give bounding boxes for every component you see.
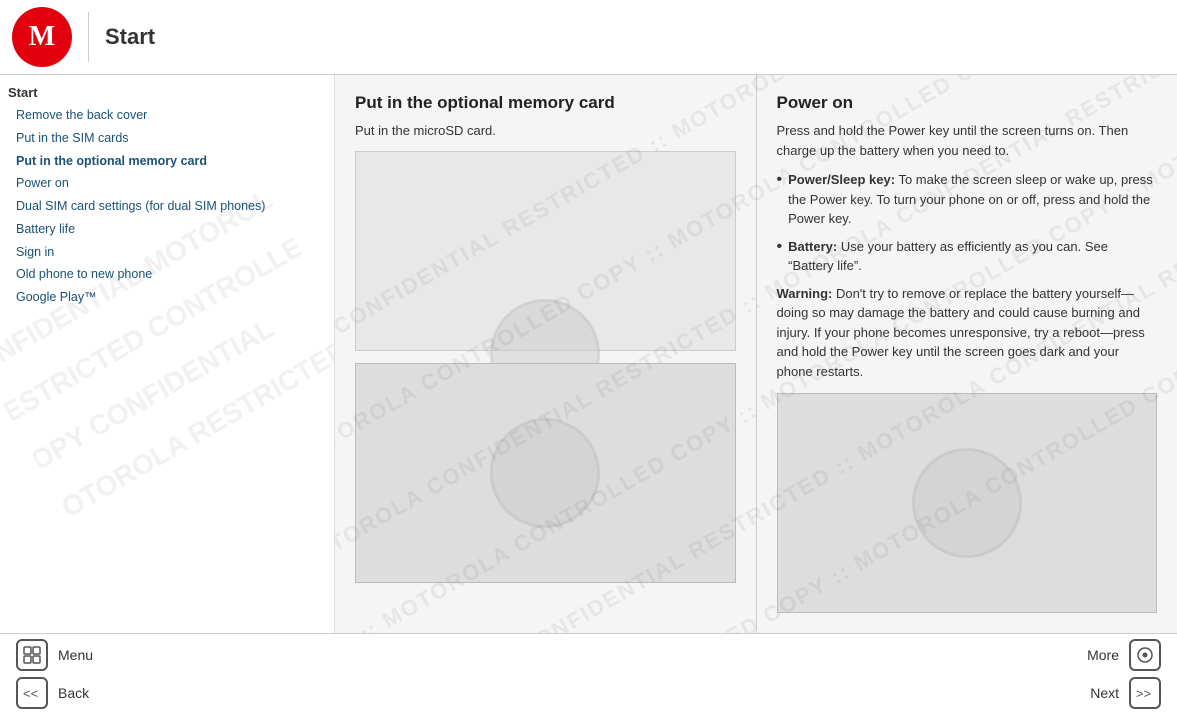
left-section-body: Put in the microSD card.: [355, 121, 736, 141]
motorola-logo: M: [12, 7, 72, 67]
warning-label: Warning:: [777, 286, 833, 301]
sidebar-item-remove-back-cover[interactable]: Remove the back cover: [8, 104, 326, 127]
menu-icon: [16, 639, 48, 671]
bullet-dot-2: •: [777, 237, 783, 258]
content-right-panel: Power on Press and hold the Power key un…: [757, 75, 1177, 633]
memory-card-image-bottom: [355, 363, 736, 583]
svg-text:<<: <<: [23, 686, 38, 700]
page-title: Start: [105, 24, 155, 50]
toolbar-right: More Next >>: [351, 639, 1161, 709]
power-image-circle: [912, 448, 1022, 558]
bottom-toolbar: Menu << Back More Next: [0, 633, 1177, 713]
toolbar-left: Menu << Back: [16, 639, 351, 709]
bullet-label-2: Battery:: [788, 239, 837, 254]
sidebar: CONFIDENTIAL MOTOROLARESTRICTED CONTROLL…: [0, 75, 335, 633]
warning-body: Don't try to remove or replace the batte…: [777, 286, 1145, 379]
back-button[interactable]: << Back: [16, 677, 351, 709]
sidebar-item-power-on[interactable]: Power on: [8, 172, 326, 195]
bullet-text-1: Power/Sleep key: To make the screen slee…: [788, 170, 1157, 229]
sidebar-item-dual-sim[interactable]: Dual SIM card settings (for dual SIM pho…: [8, 195, 326, 218]
right-section-title: Power on: [777, 93, 1158, 113]
image-circle-decoration-2: [490, 418, 600, 528]
bullet-text-2: Battery: Use your battery as efficiently…: [788, 237, 1157, 276]
bullet-dot-1: •: [777, 170, 783, 191]
bullet-body-2: Use your battery as efficiently as you c…: [788, 239, 1108, 274]
sidebar-item-memory-card[interactable]: Put in the optional memory card: [8, 150, 326, 173]
back-icon: <<: [16, 677, 48, 709]
menu-button[interactable]: Menu: [16, 639, 351, 671]
sidebar-section-title: Start: [8, 85, 326, 100]
bullet-list: • Power/Sleep key: To make the screen sl…: [777, 170, 1158, 276]
sidebar-item-google-play[interactable]: Google Play™: [8, 286, 326, 309]
main-layout: CONFIDENTIAL MOTOROLARESTRICTED CONTROLL…: [0, 75, 1177, 633]
header: M Start: [0, 0, 1177, 75]
left-section-title: Put in the optional memory card: [355, 93, 736, 113]
warning-text-block: Warning: Don't try to remove or replace …: [777, 284, 1158, 382]
power-on-image: [777, 393, 1158, 613]
more-button[interactable]: More: [1087, 639, 1161, 671]
sidebar-item-battery-life[interactable]: Battery life: [8, 218, 326, 241]
content-area: CONFIDENTIAL :: MOTOROLA CONFIDENTIAL RE…: [335, 75, 1177, 633]
header-divider: [88, 12, 89, 62]
next-label: Next: [1090, 685, 1119, 701]
bullet-item-power-sleep: • Power/Sleep key: To make the screen sl…: [777, 170, 1158, 229]
content-left-panel: Put in the optional memory card Put in t…: [335, 75, 757, 633]
right-section-intro: Press and hold the Power key until the s…: [777, 121, 1158, 160]
sidebar-item-sign-in[interactable]: Sign in: [8, 241, 326, 264]
next-button[interactable]: Next >>: [1090, 677, 1161, 709]
bullet-label-1: Power/Sleep key:: [788, 172, 895, 187]
bullet-item-battery: • Battery: Use your battery as efficient…: [777, 237, 1158, 276]
svg-text:>>: >>: [1136, 686, 1151, 700]
sidebar-item-sim-cards[interactable]: Put in the SIM cards: [8, 127, 326, 150]
more-icon: [1129, 639, 1161, 671]
more-label: More: [1087, 647, 1119, 663]
back-label: Back: [58, 685, 89, 701]
memory-card-image-top: [355, 151, 736, 351]
sidebar-content: Start Remove the back cover Put in the S…: [8, 85, 326, 309]
sidebar-item-old-phone[interactable]: Old phone to new phone: [8, 263, 326, 286]
next-icon: >>: [1129, 677, 1161, 709]
menu-label: Menu: [58, 647, 93, 663]
